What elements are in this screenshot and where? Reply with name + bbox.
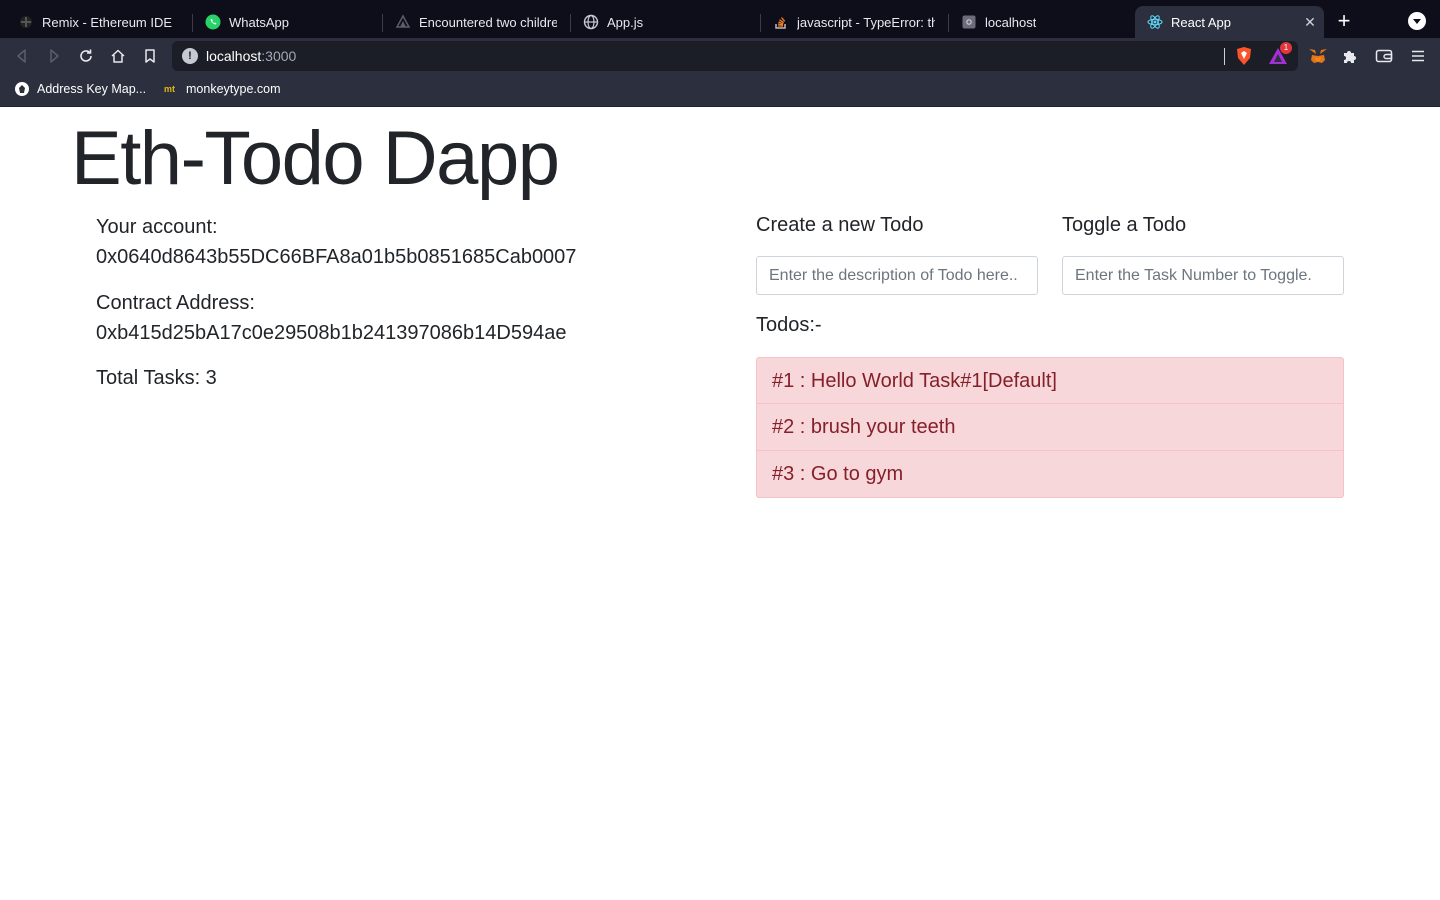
reload-icon — [80, 49, 92, 62]
account-value: 0x0640d8643b55DC66BFA8a01b5b0851685Cab00… — [96, 246, 577, 268]
home-icon — [111, 49, 125, 63]
back-arrow-icon — [17, 49, 26, 63]
monkeytype-icon: mt — [164, 84, 175, 94]
page-content: Eth-Todo Dapp Your account: 0x0640d8643b… — [0, 107, 1440, 900]
stackoverflow-icon — [773, 14, 789, 30]
brave-shields-icon[interactable] — [1234, 46, 1254, 66]
bookmark-address-key-map[interactable]: Address Key Map... — [15, 82, 146, 96]
tab-strip: Remix - Ethereum IDE WhatsApp Encountere… — [0, 0, 1440, 38]
account-label: Your account: — [96, 216, 218, 238]
forward-arrow-icon — [50, 49, 59, 63]
contract-label: Contract Address: — [96, 292, 255, 314]
whatsapp-icon — [205, 14, 221, 30]
url-host: localhost — [206, 48, 262, 64]
url-text[interactable]: localhost:3000 — [206, 48, 296, 64]
todo-item[interactable]: #1 : Hello World Task#1[Default] — [756, 357, 1344, 404]
contract-value: 0xb415d25bA17c0e29508b1b241397086b14D594… — [96, 322, 567, 344]
create-todo-label: Create a new Todo — [756, 214, 924, 236]
tab-localhost[interactable]: localhost — [949, 6, 1133, 38]
address-divider — [1224, 48, 1225, 65]
bookmark-label: Address Key Map... — [37, 82, 147, 96]
browser-toolbar: ! localhost:3000 1 — [0, 38, 1440, 74]
todo-list: #1 : Hello World Task#1[Default] #2 : br… — [756, 357, 1344, 498]
todo-item[interactable]: #2 : brush your teeth — [756, 404, 1344, 451]
new-todo-input[interactable] — [756, 256, 1038, 295]
globe-icon — [583, 14, 599, 30]
extensions-icon[interactable] — [1340, 46, 1360, 66]
tab-appjs[interactable]: App.js — [571, 6, 759, 38]
todo-item[interactable]: #3 : Go to gym — [756, 451, 1344, 498]
tab-label: localhost — [985, 14, 1037, 30]
react-icon — [1147, 14, 1163, 30]
todos-label: Todos:- — [756, 314, 822, 336]
vercel-icon — [395, 14, 411, 30]
account-info: Your account: 0x0640d8643b55DC66BFA8a01b… — [96, 212, 576, 272]
toggle-todo-input[interactable] — [1062, 256, 1344, 295]
close-tab-icon[interactable]: ✕ — [1302, 14, 1318, 30]
tab-label: Remix - Ethereum IDE — [42, 14, 173, 30]
bookmark-button[interactable] — [139, 45, 161, 67]
metamask-icon[interactable] — [1308, 46, 1328, 66]
bookmarks-bar: Address Key Map... mt monkeytype.com — [0, 74, 1440, 107]
app-title: Eth-Todo Dapp — [71, 116, 560, 201]
bookmark-icon — [145, 49, 155, 63]
reload-button[interactable] — [75, 45, 97, 67]
bookmark-label: monkeytype.com — [186, 82, 281, 96]
bookmark-favicon — [15, 82, 29, 96]
rewards-badge: 1 — [1280, 42, 1292, 54]
tab-remix[interactable]: Remix - Ethereum IDE — [6, 6, 190, 38]
back-button[interactable] — [11, 45, 33, 67]
new-tab-button[interactable]: + — [1332, 10, 1356, 34]
bookmark-monkeytype[interactable]: mt monkeytype.com — [164, 82, 280, 96]
tab-search-icon[interactable] — [1408, 12, 1426, 30]
forward-button[interactable] — [43, 45, 65, 67]
contract-info: Contract Address: 0xb415d25bA17c0e29508b… — [96, 288, 566, 348]
tab-react-app[interactable]: React App ✕ — [1135, 6, 1324, 38]
tab-label: Encountered two children w — [419, 14, 557, 30]
wallet-icon[interactable] — [1374, 46, 1394, 66]
tab-label: React App — [1171, 14, 1231, 30]
url-port: :3000 — [261, 48, 297, 64]
tab-whatsapp[interactable]: WhatsApp — [193, 6, 381, 38]
brave-rewards-icon[interactable]: 1 — [1268, 42, 1292, 66]
menu-icon[interactable] — [1408, 46, 1428, 66]
tab-label: javascript - TypeError: this. — [797, 14, 935, 30]
tab-stackoverflow[interactable]: javascript - TypeError: this. — [761, 6, 947, 38]
remix-icon — [18, 14, 34, 30]
page-icon — [961, 14, 977, 30]
total-tasks: Total Tasks: 3 — [96, 367, 217, 389]
toggle-todo-label: Toggle a Todo — [1062, 214, 1187, 236]
site-info-icon[interactable]: ! — [182, 48, 198, 64]
home-button[interactable] — [107, 45, 129, 67]
tab-label: App.js — [607, 14, 644, 30]
tab-label: WhatsApp — [229, 14, 289, 30]
tab-encountered[interactable]: Encountered two children w — [383, 6, 569, 38]
address-bar[interactable]: ! localhost:3000 — [172, 41, 1298, 71]
